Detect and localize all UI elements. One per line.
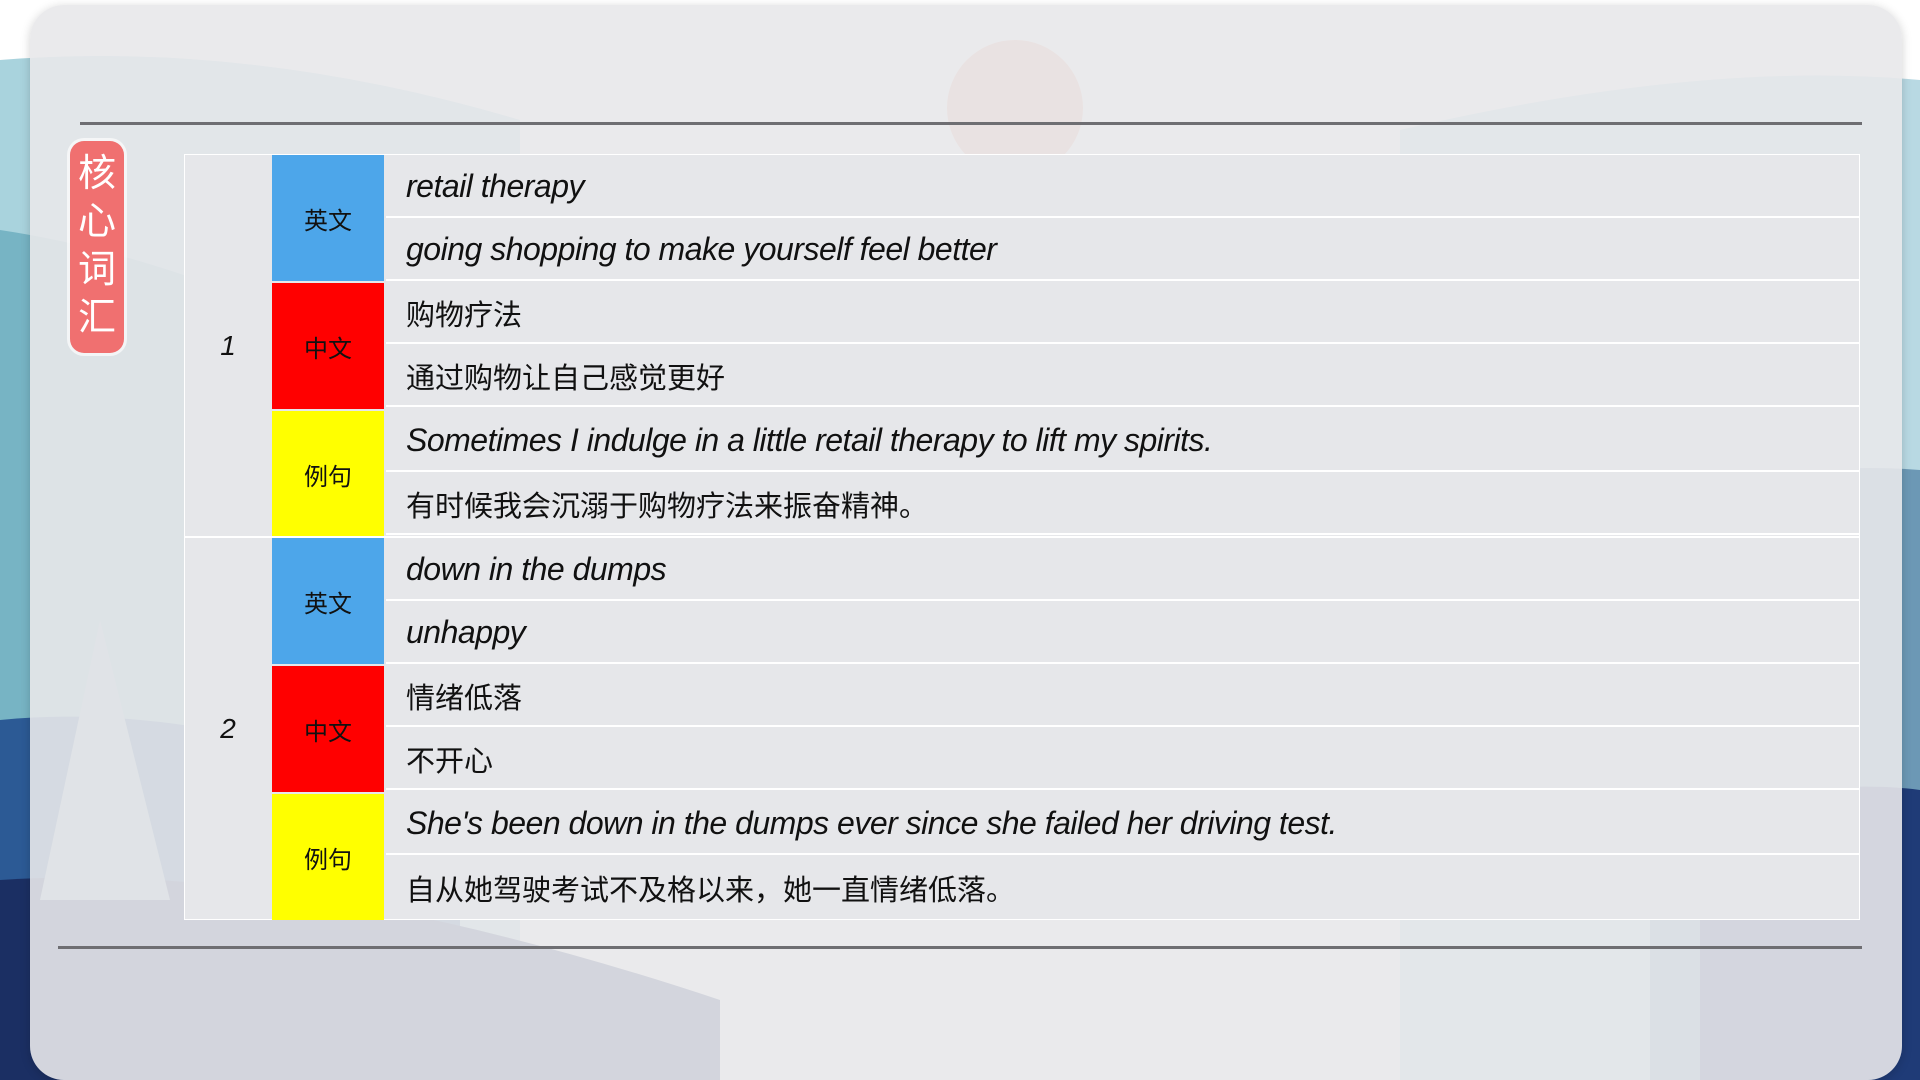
definition-chinese: 通过购物让自己感觉更好	[386, 346, 1859, 407]
badge-char: 心	[77, 199, 116, 243]
section-badge: 核 心 词 汇	[70, 141, 124, 353]
slide: 核 心 词 汇 1 英文 中文 例句 retail therapy going …	[0, 0, 1920, 1080]
badge-char: 核	[77, 151, 116, 195]
example-chinese: 自从她驾驶考试不及格以来，她一直情绪低落。	[406, 872, 1016, 907]
definition-english: going shopping to make yourself feel bet…	[386, 220, 1859, 281]
example-chinese: 有时候我会沉溺于购物疗法来振奋精神。	[386, 474, 1859, 535]
badge-char: 汇	[77, 295, 116, 339]
english-label: 英文	[272, 538, 384, 664]
entry-divider	[185, 536, 1859, 538]
definition-chinese: 不开心	[386, 729, 1859, 790]
entry-number: 1	[220, 329, 236, 361]
vocabulary-table: 1 英文 中文 例句 retail therapy going shopping…	[184, 154, 1860, 920]
term-english: down in the dumps	[386, 540, 1859, 601]
term-english: retail therapy	[386, 157, 1859, 218]
term-chinese: 购物疗法	[386, 283, 1859, 344]
entry-number: 2	[220, 712, 236, 744]
english-label: 英文	[272, 155, 384, 281]
example-label: 例句	[272, 794, 384, 920]
term-chinese: 情绪低落	[386, 666, 1859, 727]
example-english: She's been down in the dumps ever since …	[386, 794, 1859, 855]
bottom-divider	[58, 946, 1862, 949]
example-label: 例句	[272, 411, 384, 537]
definition-english: unhappy	[386, 603, 1859, 664]
example-english: Sometimes I indulge in a little retail t…	[386, 411, 1859, 472]
badge-char: 词	[77, 247, 116, 291]
top-divider	[80, 122, 1862, 125]
chinese-label: 中文	[272, 666, 384, 792]
chinese-label: 中文	[272, 283, 384, 409]
